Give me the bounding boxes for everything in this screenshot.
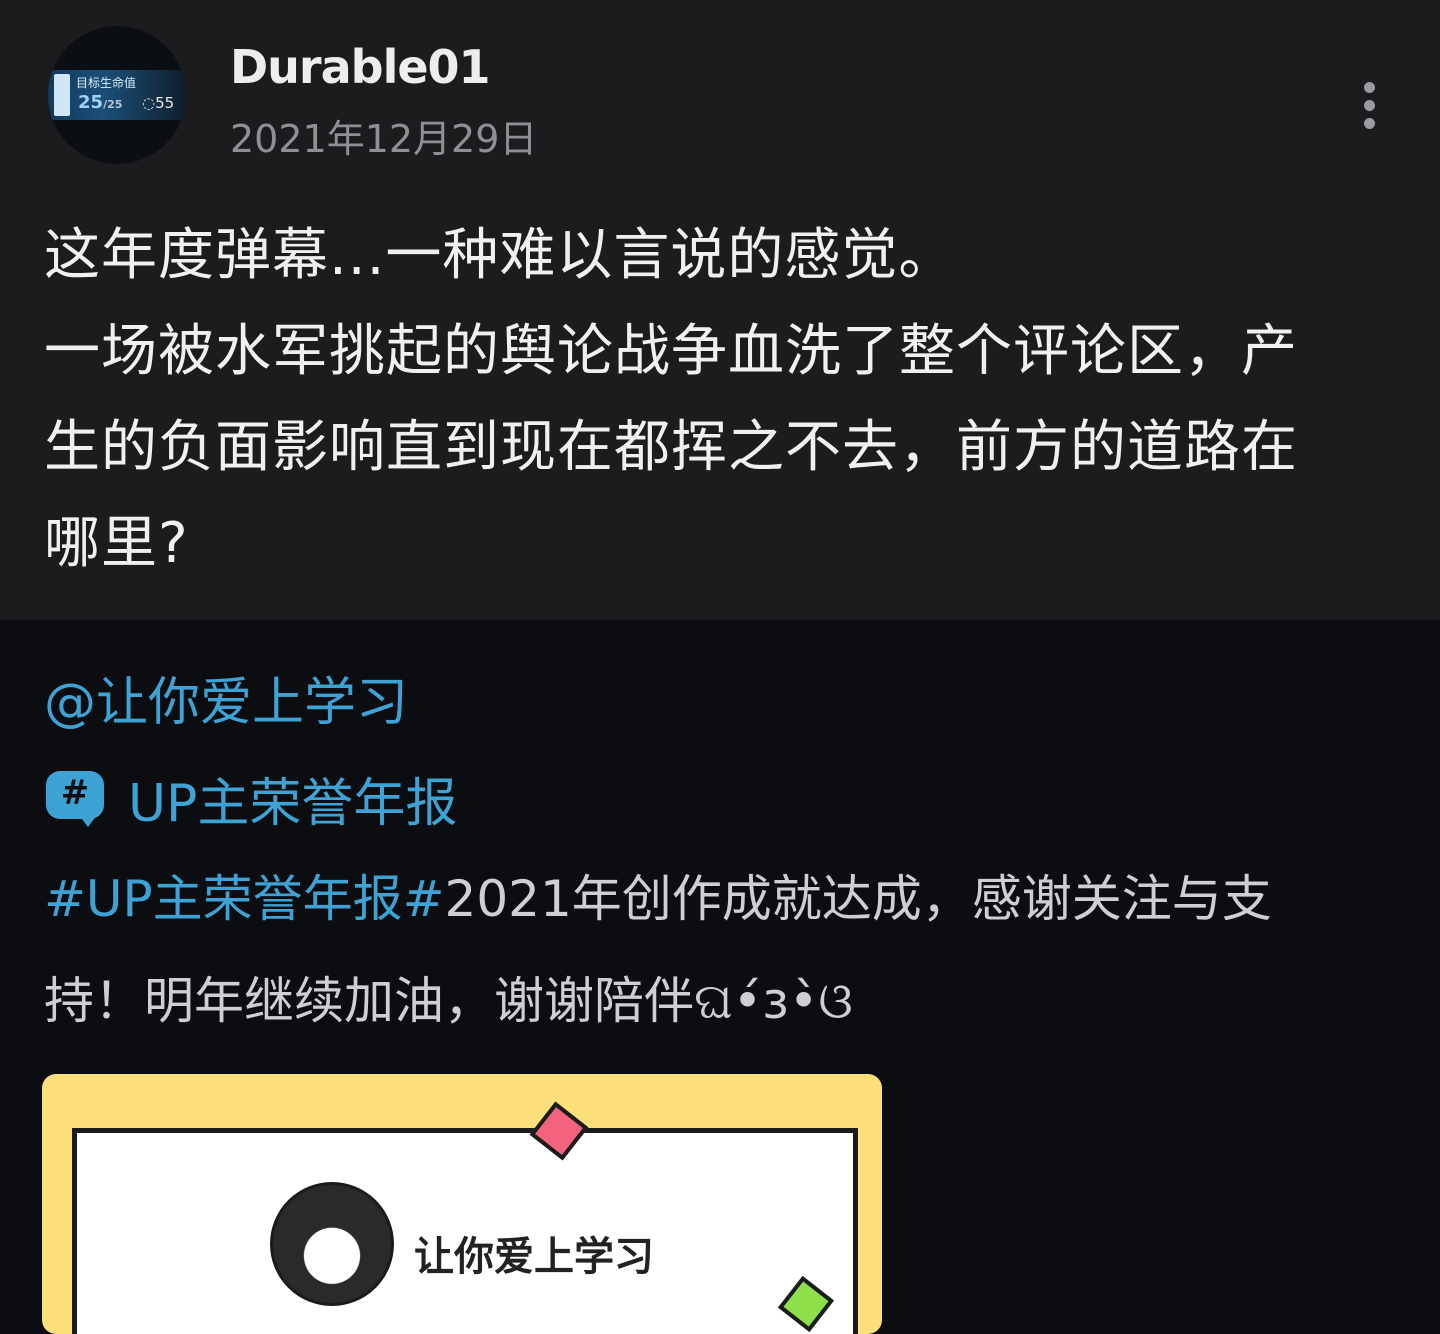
tower-icon: [54, 74, 70, 116]
hashtag-link[interactable]: #UP主荣誉年报#: [44, 870, 445, 928]
repost-mention-link[interactable]: @让你爱上学习: [44, 660, 408, 735]
more-options-icon[interactable]: [1350, 78, 1390, 132]
topic-hashtag-icon: #: [46, 765, 106, 831]
topic-link[interactable]: # UP主荣誉年报: [46, 760, 457, 836]
card-avatar: [270, 1182, 394, 1306]
post-body-text: 这年度弹幕...一种难以言说的感觉。 一场被水军挑起的舆论战争血洗了整个评论区，…: [44, 208, 1404, 592]
post-header-card: 目标生命值 25/25 ◌55 Durable01 2021年12月29日 这年…: [0, 0, 1440, 620]
repost-text-line-2: 持！明年继续加油，谢谢陪伴ଘ•́з•̀ଓ: [44, 972, 853, 1030]
post-text-line: 哪里?: [44, 511, 189, 576]
post-text-line: 一场被水军挑起的舆论战争血洗了整个评论区，产: [44, 319, 1298, 384]
avatar-hud-bar: 目标生命值 25/25 ◌55: [48, 70, 186, 120]
user-avatar[interactable]: 目标生命值 25/25 ◌55: [48, 26, 186, 164]
annual-report-card[interactable]: 让你爱上学习: [42, 1074, 882, 1334]
avatar-hud-label: 目标生命值: [76, 76, 137, 90]
card-username: 让你爱上学习: [414, 1234, 654, 1280]
repost-text-line-1: #UP主荣誉年报#2021年创作成就达成，感谢关注与支: [44, 870, 1272, 928]
post-date: 2021年12月29日: [230, 117, 538, 161]
post-text-line: 生的负面影响直到现在都挥之不去，前方的道路在: [44, 415, 1298, 480]
avatar-hud-shield: ◌55: [142, 94, 175, 112]
username[interactable]: Durable01: [230, 40, 491, 94]
repost-body-text: #UP主荣誉年报#2021年创作成就达成，感谢关注与支 持！明年继续加油，谢谢陪…: [44, 848, 1404, 1052]
topic-label: UP主荣誉年报: [128, 773, 458, 834]
post-text-line: 这年度弹幕...一种难以言说的感觉。: [44, 223, 956, 288]
avatar-hud-hp: 25/25: [78, 92, 123, 113]
